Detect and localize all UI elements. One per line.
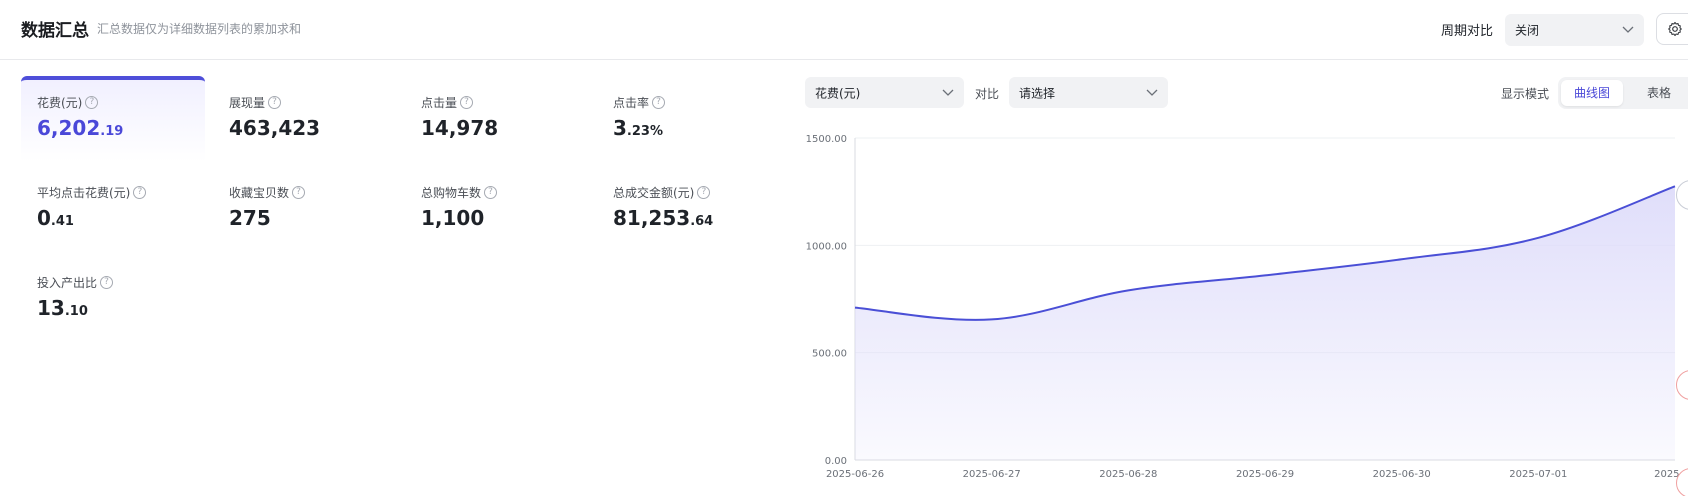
metric-card-cart[interactable]: 总购物车数? 1,100	[405, 166, 589, 252]
metric-value: 1,100	[421, 206, 485, 230]
metric-label: 总购物车数	[421, 186, 482, 200]
chevron-down-icon	[942, 89, 954, 96]
metric-value: 463,423	[229, 116, 321, 140]
metric-value: 14,978	[421, 116, 499, 140]
metric-card-impressions[interactable]: 展现量? 463,423	[213, 76, 397, 162]
metric-card-clicks[interactable]: 点击量? 14,978	[405, 76, 589, 162]
help-icon[interactable]: ?	[133, 186, 147, 199]
metric-label: 平均点击花费(元)	[37, 186, 131, 200]
metric-card-favorites[interactable]: 收藏宝贝数? 275	[213, 166, 397, 252]
period-compare-label: 周期对比	[1441, 24, 1494, 39]
metric-card-ctr[interactable]: 点击率? 3.23%	[597, 76, 781, 162]
metric-label: 展现量	[229, 96, 266, 110]
help-icon[interactable]: ?	[268, 96, 282, 109]
y-tick-label: 500.00	[812, 349, 847, 360]
metric-card-gmv[interactable]: 总成交金额(元)? 81,253.64	[597, 166, 781, 252]
metric-card-cpc[interactable]: 平均点击花费(元)? 0.41	[21, 166, 205, 252]
settings-button[interactable]	[1656, 13, 1688, 45]
x-tick-label: 2025-06-26	[826, 469, 884, 480]
chevron-down-icon	[1622, 26, 1634, 33]
summary-header: 数据汇总 汇总数据仅为详细数据列表的累加求和 周期对比 关闭	[0, 0, 1688, 60]
help-icon[interactable]: ?	[484, 186, 498, 199]
metric-select-value: 花费(元)	[815, 86, 861, 100]
metric-label: 点击率	[613, 96, 650, 110]
help-icon[interactable]: ?	[100, 276, 114, 289]
metric-label: 点击量	[421, 96, 458, 110]
metric-label: 收藏宝贝数	[229, 186, 290, 200]
period-compare-select[interactable]: 关闭	[1505, 14, 1644, 46]
x-tick-label: 2025-06-29	[1236, 469, 1294, 480]
help-icon[interactable]: ?	[460, 96, 474, 109]
metric-value: 81,253.64	[613, 206, 714, 230]
metric-value: 6,202.19	[37, 116, 124, 140]
metric-select[interactable]: 花费(元)	[805, 77, 964, 108]
y-tick-label: 1000.00	[806, 241, 847, 252]
metric-value: 3.23%	[613, 116, 663, 140]
metric-value: 13.10	[37, 296, 88, 320]
metric-value: 275	[229, 206, 271, 230]
x-tick-label: 2025-06-28	[1099, 469, 1157, 480]
display-mode-label: 显示模式	[1501, 87, 1550, 101]
help-icon[interactable]: ?	[652, 96, 666, 109]
metric-value: 0.41	[37, 206, 74, 230]
help-icon[interactable]: ?	[697, 186, 711, 199]
page-subtitle: 汇总数据仅为详细数据列表的累加求和	[97, 22, 302, 36]
series-area	[855, 186, 1675, 461]
help-icon[interactable]: ?	[292, 186, 306, 199]
metric-card-roi[interactable]: 投入产出比? 13.10	[21, 256, 205, 342]
gear-icon	[1668, 21, 1682, 37]
metric-label: 花费(元)	[37, 96, 83, 110]
help-icon[interactable]: ?	[85, 96, 99, 109]
spend-area-chart: 0.00 500.00 1000.00 1500.00 2025-06-26 2025-0…	[806, 134, 1688, 480]
mode-table-button[interactable]: 表格	[1628, 80, 1688, 106]
compare-label: 对比	[975, 87, 1000, 101]
compare-select[interactable]: 请选择	[1009, 77, 1168, 108]
metric-label: 总成交金额(元)	[613, 186, 695, 200]
display-mode-toggle: 曲线图 表格	[1558, 77, 1688, 109]
period-compare-value: 关闭	[1515, 23, 1540, 38]
x-tick-label: 2025-06-30	[1373, 469, 1431, 480]
y-tick-label: 0.00	[825, 456, 847, 467]
metric-card-spend[interactable]: 花费(元)? 6,202.19	[21, 76, 205, 162]
x-tick-label: 2025-06-27	[963, 469, 1021, 480]
metric-label: 投入产出比	[37, 276, 98, 290]
compare-select-value: 请选择	[1019, 86, 1056, 100]
chevron-down-icon	[1146, 89, 1158, 96]
page-title: 数据汇总	[21, 21, 89, 41]
mode-curve-button[interactable]: 曲线图	[1561, 80, 1623, 106]
y-tick-label: 1500.00	[806, 134, 847, 145]
x-tick-label: 2025-07-01	[1509, 469, 1567, 480]
